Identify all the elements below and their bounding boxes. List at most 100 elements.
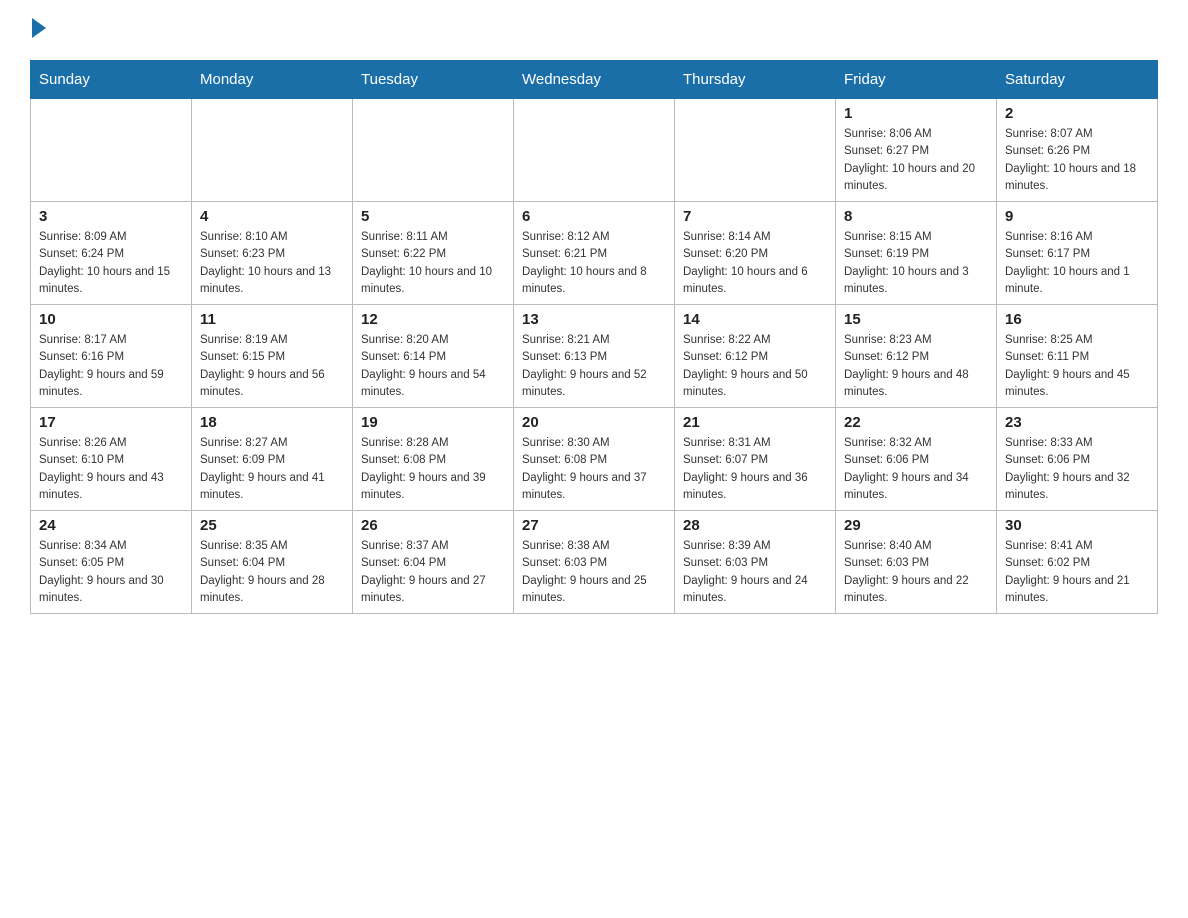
day-number: 11 <box>200 311 344 328</box>
day-number: 27 <box>522 517 666 534</box>
column-header-monday: Monday <box>192 61 353 99</box>
calendar-week-row: 3Sunrise: 8:09 AM Sunset: 6:24 PM Daylig… <box>31 202 1158 305</box>
day-number: 8 <box>844 208 988 225</box>
calendar-cell: 23 Sunrise: 8:33 AM Sunset: 6:06 PM Dayli… <box>997 408 1158 511</box>
day-info: Sunrise: 8:20 AM Sunset: 6:14 PM Dayligh… <box>361 332 505 401</box>
calendar-cell: 24 Sunrise: 8:34 AM Sunset: 6:05 PM Dayli… <box>31 511 192 614</box>
day-number: 26 <box>361 517 505 534</box>
day-number: 23 <box>1005 414 1149 431</box>
calendar-cell <box>192 99 353 202</box>
calendar-cell: 16Sunrise: 8:25 AM Sunset: 6:11 PM Dayli… <box>997 305 1158 408</box>
calendar-cell: 18 Sunrise: 8:27 AM Sunset: 6:09 PM Dayli… <box>192 408 353 511</box>
day-info: Sunrise: 8:07 AM Sunset: 6:26 PM Dayligh… <box>1005 126 1149 195</box>
day-number: 25 <box>200 517 344 534</box>
day-info: Sunrise: 8:21 AM Sunset: 6:13 PM Dayligh… <box>522 332 666 401</box>
calendar-cell: 10 Sunrise: 8:17 AM Sunset: 6:16 PM Dayli… <box>31 305 192 408</box>
day-info: Sunrise: 8:34 AM Sunset: 6:05 PM Dayligh… <box>39 538 183 607</box>
day-info: Sunrise: 8:39 AM Sunset: 6:03 PM Dayligh… <box>683 538 827 607</box>
day-info: Sunrise: 8:40 AM Sunset: 6:03 PM Dayligh… <box>844 538 988 607</box>
day-info: Sunrise: 8:19 AM Sunset: 6:15 PM Dayligh… <box>200 332 344 401</box>
day-info: Sunrise: 8:17 AM Sunset: 6:16 PM Dayligh… <box>39 332 183 401</box>
calendar-cell: 28Sunrise: 8:39 AM Sunset: 6:03 PM Dayli… <box>675 511 836 614</box>
day-number: 1 <box>844 105 988 122</box>
calendar-week-row: 24 Sunrise: 8:34 AM Sunset: 6:05 PM Dayli… <box>31 511 1158 614</box>
calendar-cell: 6 Sunrise: 8:12 AM Sunset: 6:21 PM Daylig… <box>514 202 675 305</box>
day-info: Sunrise: 8:22 AM Sunset: 6:12 PM Dayligh… <box>683 332 827 401</box>
day-number: 5 <box>361 208 505 225</box>
column-header-thursday: Thursday <box>675 61 836 99</box>
day-info: Sunrise: 8:10 AM Sunset: 6:23 PM Dayligh… <box>200 229 344 298</box>
calendar-cell: 9Sunrise: 8:16 AM Sunset: 6:17 PM Daylig… <box>997 202 1158 305</box>
calendar-week-row: 10 Sunrise: 8:17 AM Sunset: 6:16 PM Dayli… <box>31 305 1158 408</box>
calendar-cell: 19 Sunrise: 8:28 AM Sunset: 6:08 PM Dayli… <box>353 408 514 511</box>
calendar-cell: 4 Sunrise: 8:10 AM Sunset: 6:23 PM Daylig… <box>192 202 353 305</box>
calendar-cell: 29 Sunrise: 8:40 AM Sunset: 6:03 PM Dayli… <box>836 511 997 614</box>
calendar-cell: 2 Sunrise: 8:07 AM Sunset: 6:26 PM Daylig… <box>997 99 1158 202</box>
calendar-cell: 1 Sunrise: 8:06 AM Sunset: 6:27 PM Daylig… <box>836 99 997 202</box>
day-info: Sunrise: 8:37 AM Sunset: 6:04 PM Dayligh… <box>361 538 505 607</box>
calendar-cell: 27 Sunrise: 8:38 AM Sunset: 6:03 PM Dayli… <box>514 511 675 614</box>
column-header-saturday: Saturday <box>997 61 1158 99</box>
day-number: 4 <box>200 208 344 225</box>
calendar-cell: 12 Sunrise: 8:20 AM Sunset: 6:14 PM Dayli… <box>353 305 514 408</box>
day-info: Sunrise: 8:41 AM Sunset: 6:02 PM Dayligh… <box>1005 538 1149 607</box>
calendar-cell <box>31 99 192 202</box>
calendar-cell: 11 Sunrise: 8:19 AM Sunset: 6:15 PM Dayli… <box>192 305 353 408</box>
calendar-cell <box>675 99 836 202</box>
day-info: Sunrise: 8:26 AM Sunset: 6:10 PM Dayligh… <box>39 435 183 504</box>
day-info: Sunrise: 8:31 AM Sunset: 6:07 PM Dayligh… <box>683 435 827 504</box>
column-header-tuesday: Tuesday <box>353 61 514 99</box>
day-info: Sunrise: 8:06 AM Sunset: 6:27 PM Dayligh… <box>844 126 988 195</box>
column-header-sunday: Sunday <box>31 61 192 99</box>
day-info: Sunrise: 8:30 AM Sunset: 6:08 PM Dayligh… <box>522 435 666 504</box>
day-info: Sunrise: 8:14 AM Sunset: 6:20 PM Dayligh… <box>683 229 827 298</box>
day-info: Sunrise: 8:27 AM Sunset: 6:09 PM Dayligh… <box>200 435 344 504</box>
day-info: Sunrise: 8:11 AM Sunset: 6:22 PM Dayligh… <box>361 229 505 298</box>
column-header-wednesday: Wednesday <box>514 61 675 99</box>
day-number: 18 <box>200 414 344 431</box>
calendar-cell: 8 Sunrise: 8:15 AM Sunset: 6:19 PM Daylig… <box>836 202 997 305</box>
day-number: 19 <box>361 414 505 431</box>
page-header <box>30 20 1158 40</box>
calendar-week-row: 17 Sunrise: 8:26 AM Sunset: 6:10 PM Dayli… <box>31 408 1158 511</box>
calendar-cell: 22 Sunrise: 8:32 AM Sunset: 6:06 PM Dayli… <box>836 408 997 511</box>
calendar-cell: 30 Sunrise: 8:41 AM Sunset: 6:02 PM Dayli… <box>997 511 1158 614</box>
day-number: 17 <box>39 414 183 431</box>
calendar-cell: 7 Sunrise: 8:14 AM Sunset: 6:20 PM Daylig… <box>675 202 836 305</box>
calendar-table: SundayMondayTuesdayWednesdayThursdayFrid… <box>30 60 1158 614</box>
day-info: Sunrise: 8:35 AM Sunset: 6:04 PM Dayligh… <box>200 538 344 607</box>
day-number: 22 <box>844 414 988 431</box>
logo-blue-part <box>30 20 46 38</box>
day-number: 30 <box>1005 517 1149 534</box>
calendar-cell: 20 Sunrise: 8:30 AM Sunset: 6:08 PM Dayli… <box>514 408 675 511</box>
day-number: 14 <box>683 311 827 328</box>
day-info: Sunrise: 8:28 AM Sunset: 6:08 PM Dayligh… <box>361 435 505 504</box>
calendar-cell <box>353 99 514 202</box>
day-info: Sunrise: 8:33 AM Sunset: 6:06 PM Dayligh… <box>1005 435 1149 504</box>
day-number: 29 <box>844 517 988 534</box>
calendar-cell: 26 Sunrise: 8:37 AM Sunset: 6:04 PM Dayli… <box>353 511 514 614</box>
day-info: Sunrise: 8:09 AM Sunset: 6:24 PM Dayligh… <box>39 229 183 298</box>
calendar-cell: 17 Sunrise: 8:26 AM Sunset: 6:10 PM Dayli… <box>31 408 192 511</box>
day-number: 10 <box>39 311 183 328</box>
calendar-header-row: SundayMondayTuesdayWednesdayThursdayFrid… <box>31 61 1158 99</box>
day-number: 21 <box>683 414 827 431</box>
day-number: 13 <box>522 311 666 328</box>
day-number: 2 <box>1005 105 1149 122</box>
calendar-cell: 14 Sunrise: 8:22 AM Sunset: 6:12 PM Dayli… <box>675 305 836 408</box>
day-info: Sunrise: 8:38 AM Sunset: 6:03 PM Dayligh… <box>522 538 666 607</box>
column-header-friday: Friday <box>836 61 997 99</box>
calendar-cell: 5 Sunrise: 8:11 AM Sunset: 6:22 PM Daylig… <box>353 202 514 305</box>
day-info: Sunrise: 8:12 AM Sunset: 6:21 PM Dayligh… <box>522 229 666 298</box>
day-number: 9 <box>1005 208 1149 225</box>
day-info: Sunrise: 8:15 AM Sunset: 6:19 PM Dayligh… <box>844 229 988 298</box>
calendar-cell: 3Sunrise: 8:09 AM Sunset: 6:24 PM Daylig… <box>31 202 192 305</box>
day-number: 6 <box>522 208 666 225</box>
calendar-week-row: 1 Sunrise: 8:06 AM Sunset: 6:27 PM Daylig… <box>31 99 1158 202</box>
day-info: Sunrise: 8:32 AM Sunset: 6:06 PM Dayligh… <box>844 435 988 504</box>
day-number: 24 <box>39 517 183 534</box>
day-number: 12 <box>361 311 505 328</box>
calendar-cell: 21 Sunrise: 8:31 AM Sunset: 6:07 PM Dayli… <box>675 408 836 511</box>
day-number: 7 <box>683 208 827 225</box>
day-number: 20 <box>522 414 666 431</box>
